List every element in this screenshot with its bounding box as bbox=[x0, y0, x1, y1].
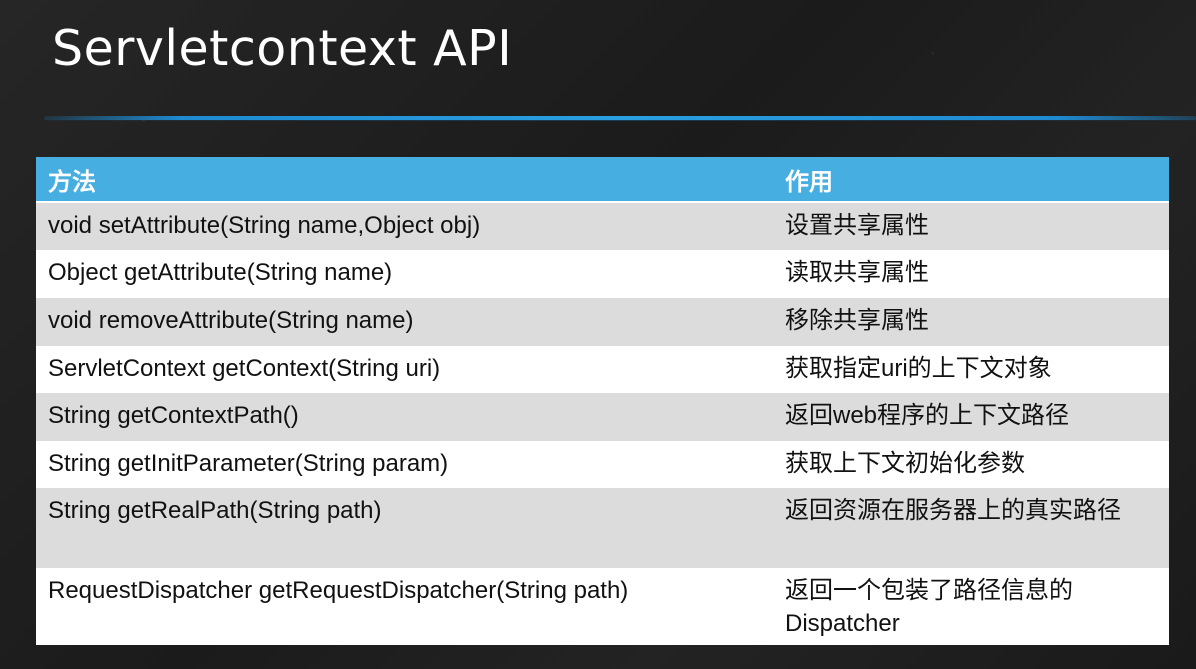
effect-cell: 获取指定uri的上下文对象 bbox=[773, 346, 1169, 393]
table-row: Object getAttribute(String name) 读取共享属性 bbox=[36, 250, 1169, 298]
table-row: void removeAttribute(String name) 移除共享属性 bbox=[36, 298, 1169, 346]
header-method: 方法 bbox=[36, 157, 773, 203]
effect-cell: 返回一个包装了路径信息的Dispatcher bbox=[773, 568, 1169, 645]
effect-cell: 获取上下文初始化参数 bbox=[773, 441, 1169, 488]
table-header-row: 方法 作用 bbox=[36, 157, 1169, 203]
method-cell: ServletContext getContext(String uri) bbox=[36, 346, 773, 393]
table-row: String getInitParameter(String param) 获取… bbox=[36, 441, 1169, 488]
method-cell: RequestDispatcher getRequestDispatcher(S… bbox=[36, 568, 773, 645]
table-row: void setAttribute(String name,Object obj… bbox=[36, 202, 1169, 250]
method-cell: void setAttribute(String name,Object obj… bbox=[36, 202, 773, 250]
method-cell: void removeAttribute(String name) bbox=[36, 298, 773, 346]
effect-cell: 返回资源在服务器上的真实路径 bbox=[773, 488, 1169, 568]
effect-cell: 读取共享属性 bbox=[773, 250, 1169, 298]
method-cell: String getContextPath() bbox=[36, 393, 773, 441]
header-effect: 作用 bbox=[773, 157, 1169, 203]
method-cell: String getRealPath(String path) bbox=[36, 488, 773, 568]
method-cell: String getInitParameter(String param) bbox=[36, 441, 773, 488]
table-row: String getRealPath(String path) 返回资源在服务器… bbox=[36, 488, 1169, 568]
effect-cell: 设置共享属性 bbox=[773, 202, 1169, 250]
method-cell: Object getAttribute(String name) bbox=[36, 250, 773, 298]
table-row: String getContextPath() 返回web程序的上下文路径 bbox=[36, 393, 1169, 441]
slide-background: Servletcontext API 方法 作用 void setAttribu… bbox=[0, 0, 1196, 669]
table-row: ServletContext getContext(String uri) 获取… bbox=[36, 346, 1169, 393]
api-table: 方法 作用 void setAttribute(String name,Obje… bbox=[36, 157, 1169, 645]
title-underline bbox=[44, 116, 1196, 120]
slide-title: Servletcontext API bbox=[52, 20, 513, 77]
table-row: RequestDispatcher getRequestDispatcher(S… bbox=[36, 568, 1169, 645]
effect-cell: 返回web程序的上下文路径 bbox=[773, 393, 1169, 441]
effect-cell: 移除共享属性 bbox=[773, 298, 1169, 346]
